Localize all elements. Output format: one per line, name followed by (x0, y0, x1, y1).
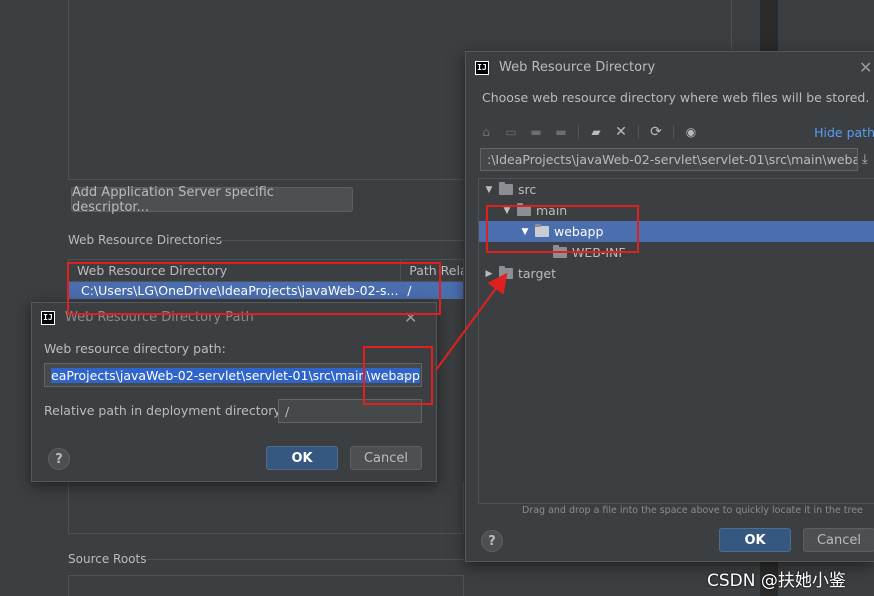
annotation-arrow (435, 272, 508, 371)
watermark: CSDN @扶她小鉴 (707, 571, 846, 591)
